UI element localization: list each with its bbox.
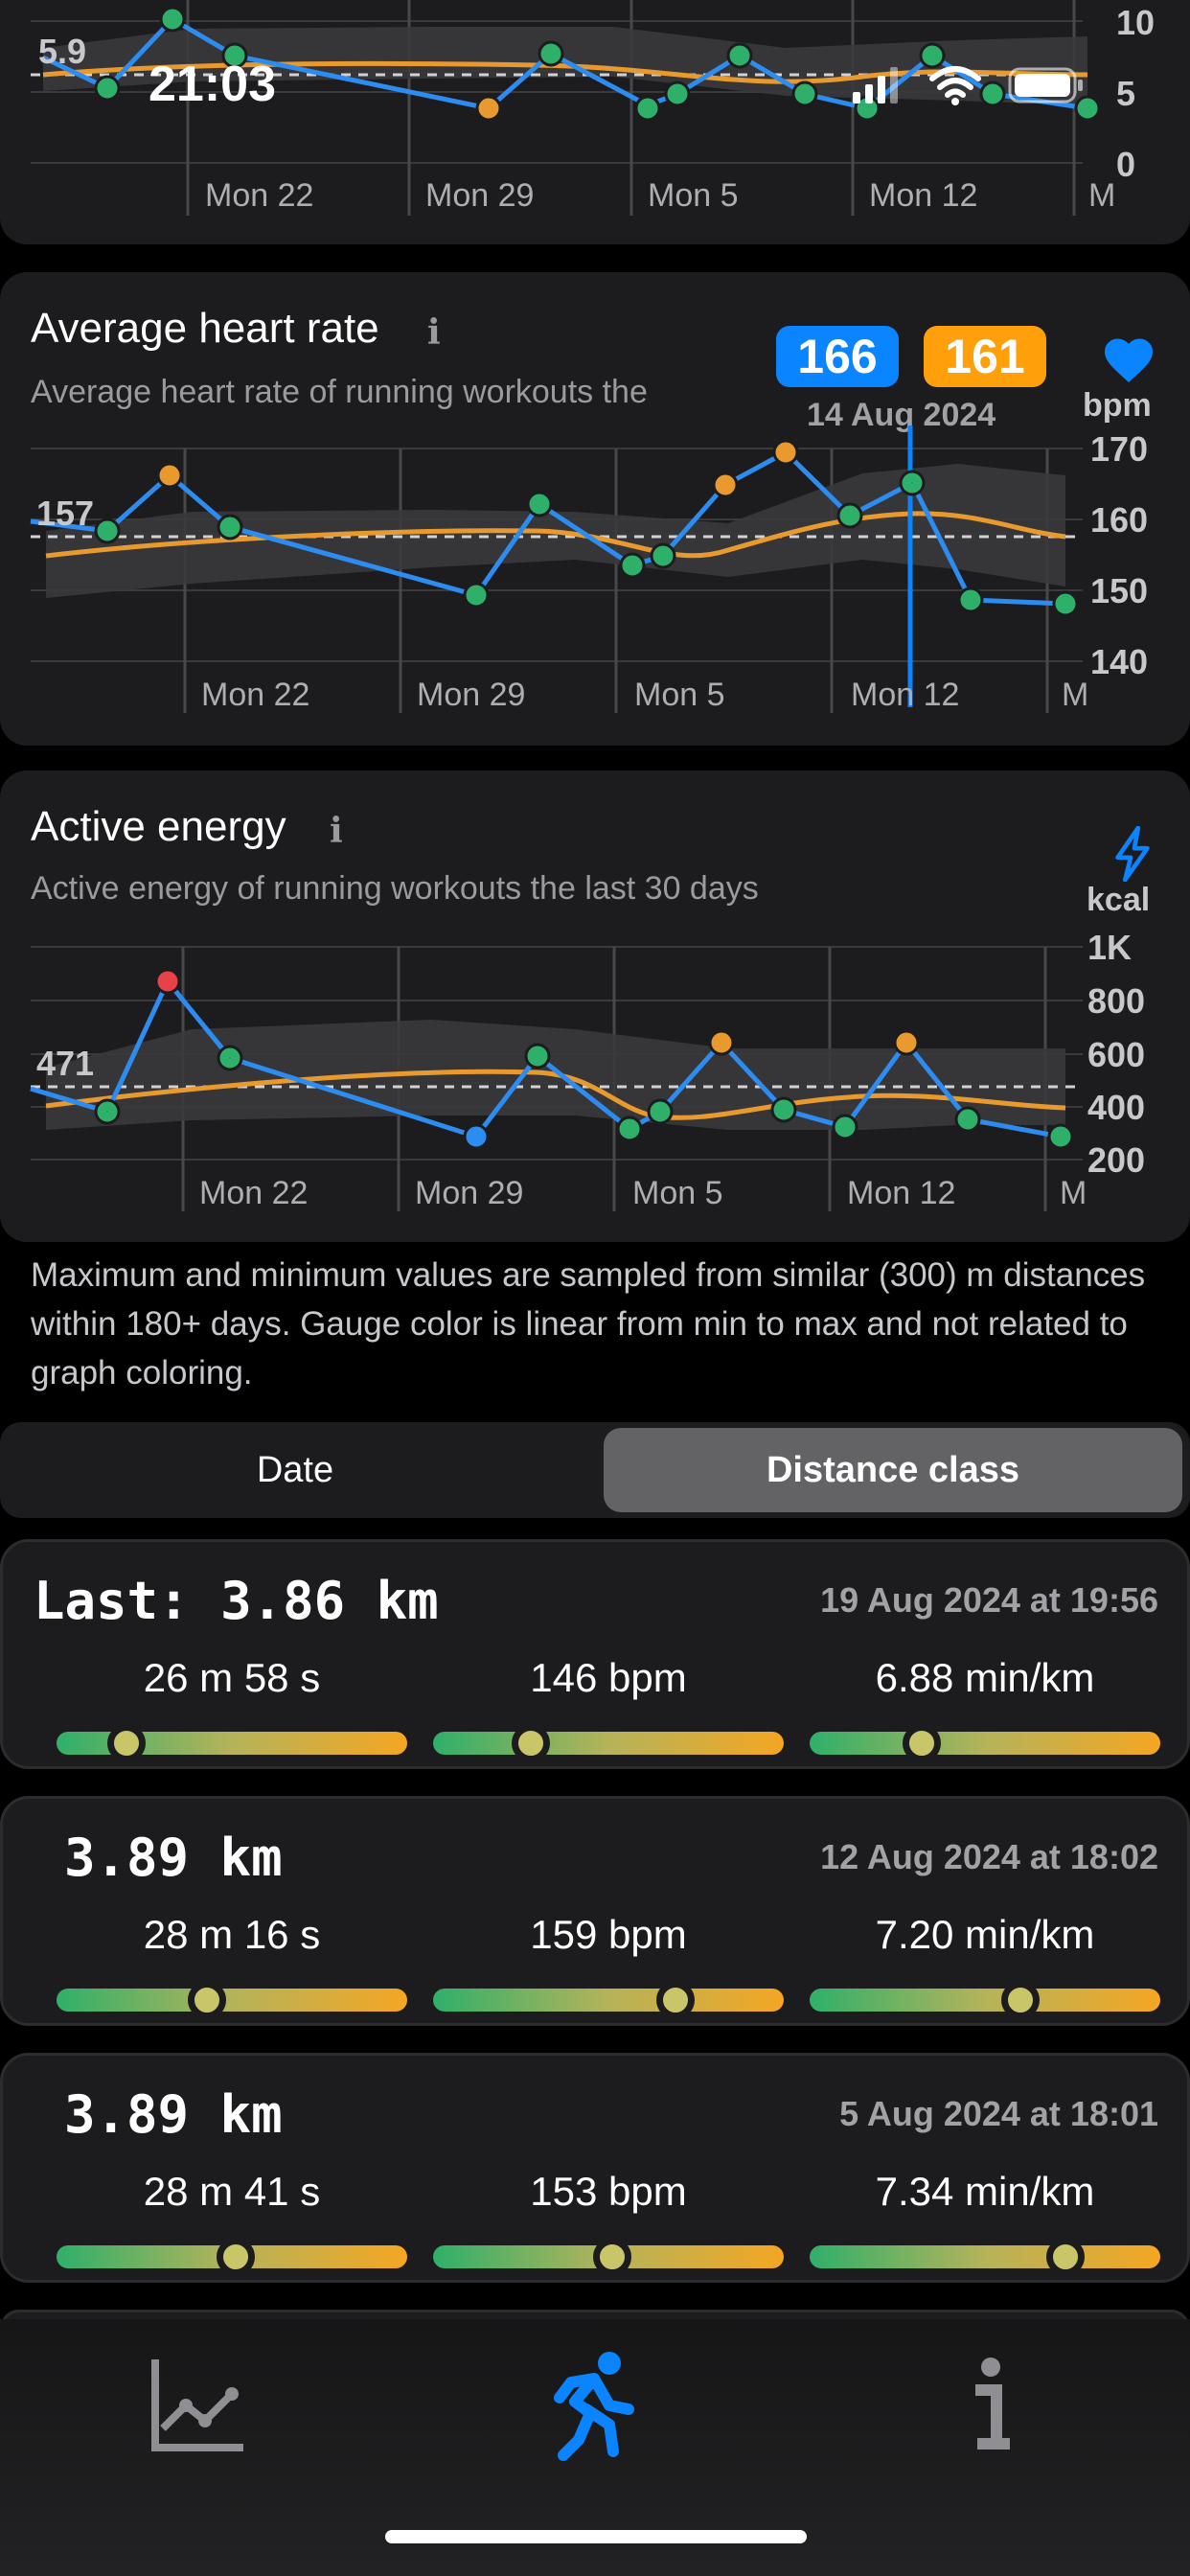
workout-pace: 7.34 min/km — [875, 2169, 1095, 2214]
gauge-knob — [1000, 1981, 1040, 2019]
active-energy-x-tick: Mon 29 — [415, 1175, 523, 1211]
workout-duration: 28 m 41 s — [143, 2169, 321, 2214]
active-energy-unit: kcal — [1087, 882, 1151, 918]
active-energy-y-tick: 1K — [1087, 928, 1132, 967]
heart-rate-x-tick: Mon 12 — [851, 677, 959, 713]
status-bar: 21:03 — [0, 0, 1190, 172]
workout-date: 12 Aug 2024 at 18:02 — [820, 1837, 1158, 1876]
gauge-knob — [512, 1724, 551, 1762]
pace-gauge — [810, 1981, 1160, 2019]
heart-rate-y-tick: 150 — [1090, 571, 1148, 610]
heart-rate-y-tick: 160 — [1090, 500, 1148, 540]
top-x-tick: Mon 22 — [205, 177, 313, 214]
heart-rate-y-tick: 140 — [1090, 642, 1148, 681]
workout-title: 3.89 km — [64, 2084, 283, 2145]
workout-title: Last: 3.86 km — [34, 1571, 439, 1631]
pace-gauge — [810, 2238, 1160, 2276]
gauge-knob — [592, 2238, 631, 2276]
active-energy-y-tick: 600 — [1087, 1035, 1145, 1074]
active-energy-x-tick: Mon 5 — [632, 1175, 723, 1211]
active-energy-y-tick: 800 — [1087, 981, 1145, 1021]
current-value-badge: 166 — [776, 326, 899, 387]
gauge-knob — [903, 1724, 942, 1762]
wifi-icon — [929, 66, 981, 105]
workout-row[interactable]: 3.89 km 5 Aug 2024 at 18:01 28 m 41 s 15… — [0, 2053, 1190, 2283]
workout-heart-rate: 153 bpm — [530, 2169, 687, 2214]
duration-gauge — [57, 2238, 407, 2276]
workout-date: 5 Aug 2024 at 18:01 — [839, 2094, 1158, 2133]
chart-icon[interactable] — [140, 2348, 255, 2463]
workout-pace: 7.20 min/km — [875, 1912, 1095, 1957]
active-energy-x-tick: Mon 12 — [847, 1175, 955, 1211]
workout-title: 3.89 km — [64, 1828, 283, 1888]
cellular-signal-icon — [853, 67, 898, 104]
heart-rate-x-tick: Mon 5 — [634, 677, 725, 713]
gauge-knob — [216, 2238, 255, 2276]
heart-rate-gauge — [433, 2238, 784, 2276]
top-x-tick: Mon 5 — [648, 177, 739, 214]
top-x-tick: M — [1088, 177, 1115, 214]
gauge-knob — [655, 1981, 695, 2019]
workout-row[interactable]: Last: 3.86 km 19 Aug 2024 at 19:56 26 m … — [0, 1539, 1190, 1769]
gauge-knob — [188, 1981, 227, 2019]
workout-row[interactable]: 3.89 km 12 Aug 2024 at 18:02 28 m 16 s 1… — [0, 1796, 1190, 2026]
bolt-icon — [1115, 826, 1150, 882]
heart-rate-card[interactable]: Average heart rate i Average heart rate … — [0, 272, 1190, 746]
active-energy-title: Active energy — [31, 803, 286, 850]
segment-distance-class[interactable]: Distance class — [604, 1428, 1182, 1512]
heart-rate-unit: bpm — [1083, 387, 1152, 424]
active-energy-chart[interactable]: 471 1K 800 600 400 200 Mon 22 Mon 29 Mon… — [0, 924, 1190, 1242]
active-energy-card[interactable]: Active energy i Active energy of running… — [0, 770, 1190, 1242]
running-icon[interactable] — [537, 2348, 652, 2463]
active-energy-x-tick: M — [1060, 1175, 1087, 1211]
sort-segmented-control[interactable]: Date Distance class — [0, 1422, 1190, 1518]
duration-gauge — [57, 1724, 407, 1762]
active-energy-avg-label: 471 — [36, 1044, 94, 1083]
battery-icon — [1008, 67, 1083, 104]
top-x-tick: Mon 12 — [869, 177, 977, 214]
compare-value-badge: 161 — [924, 326, 1046, 387]
workout-duration: 28 m 16 s — [143, 1912, 321, 1957]
heart-rate-chart[interactable]: 157 170 160 150 140 Mon 22 Mon 29 Mon 5 … — [0, 426, 1190, 746]
heart-icon — [1105, 338, 1153, 382]
heart-rate-x-tick: M — [1062, 677, 1088, 713]
segment-date[interactable]: Date — [6, 1428, 584, 1512]
heart-rate-subtitle: Average heart rate of running workouts t… — [31, 374, 648, 410]
workout-pace: 6.88 min/km — [875, 1655, 1095, 1700]
top-x-tick: Mon 29 — [425, 177, 534, 214]
active-energy-subtitle: Active energy of running workouts the la… — [31, 870, 759, 907]
heart-rate-gauge — [433, 1981, 784, 2019]
info-icon[interactable] — [933, 2348, 1048, 2463]
gauge-knob — [1046, 2238, 1086, 2276]
active-energy-x-tick: Mon 22 — [199, 1175, 308, 1211]
active-energy-y-tick: 400 — [1087, 1088, 1145, 1127]
workout-heart-rate: 146 bpm — [530, 1655, 687, 1700]
status-time: 21:03 — [149, 57, 276, 112]
workout-duration: 26 m 58 s — [143, 1655, 321, 1700]
heart-rate-x-tick: Mon 29 — [417, 677, 525, 713]
active-energy-info-icon[interactable]: i — [330, 811, 343, 851]
heart-rate-gauge — [433, 1724, 784, 1762]
heart-rate-avg-label: 157 — [36, 494, 94, 533]
heart-rate-x-tick: Mon 22 — [201, 677, 309, 713]
duration-gauge — [57, 1981, 407, 2019]
home-indicator — [385, 2530, 807, 2543]
heart-rate-info-icon[interactable]: i — [427, 312, 441, 353]
workout-heart-rate: 159 bpm — [530, 1912, 687, 1957]
gauge-knob — [107, 1724, 147, 1762]
range-note: Maximum and minimum values are sampled f… — [31, 1256, 1146, 1392]
pace-gauge — [810, 1724, 1160, 1762]
heart-rate-title: Average heart rate — [31, 305, 379, 352]
heart-rate-y-tick: 170 — [1090, 429, 1148, 469]
workout-date: 19 Aug 2024 at 19:56 — [820, 1580, 1158, 1620]
active-energy-y-tick: 200 — [1087, 1140, 1145, 1180]
